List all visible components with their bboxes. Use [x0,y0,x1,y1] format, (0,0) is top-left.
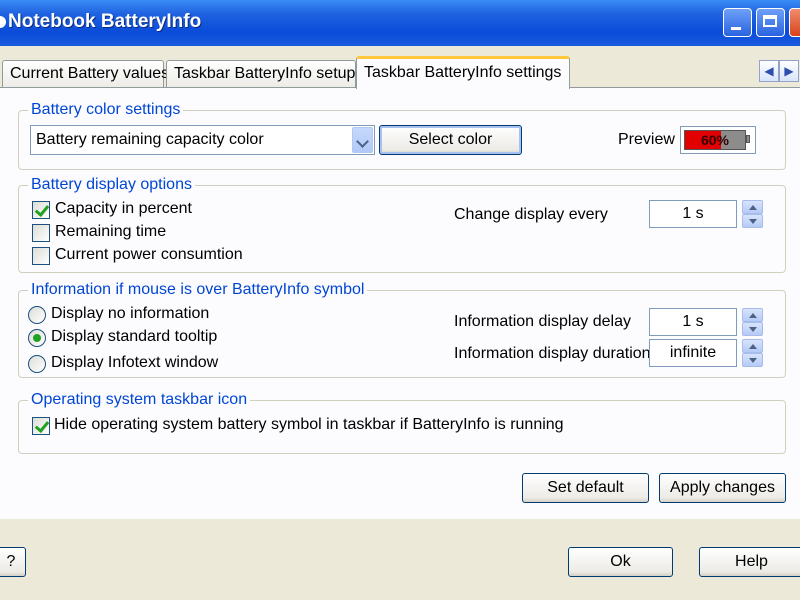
context-help-button[interactable]: ? [0,547,26,577]
info-delay-label: Information display delay [454,313,631,330]
battery-icon: 60% [684,130,746,150]
change-display-input[interactable]: 1 s [649,200,737,228]
display-no-info-label[interactable]: Display no information [51,305,209,323]
power-consumption-checkbox[interactable] [32,247,50,265]
battery-tip [746,135,750,143]
tab-scroll-left-icon[interactable]: ◀ [759,60,779,82]
change-display-spinner[interactable] [742,200,763,228]
preview-label: Preview [618,131,675,148]
title-bar[interactable]: Notebook BatteryInfo [0,0,800,46]
info-delay-spinner[interactable] [742,308,763,336]
display-standard-tooltip-label[interactable]: Display standard tooltip [51,328,217,346]
power-consumption-label[interactable]: Current power consumtion [55,246,243,264]
tab-taskbar-batteryinfo-setup[interactable]: Taskbar BatteryInfo setup [166,60,356,88]
tab-scroll-arrows: ◀ ▶ [759,60,800,82]
window-title: Notebook BatteryInfo [8,11,202,32]
display-infotext-window-label[interactable]: Display Infotext window [51,354,218,372]
remaining-time-label[interactable]: Remaining time [55,223,166,241]
close-button[interactable] [789,8,800,37]
display-no-info-radio[interactable] [28,306,46,324]
taskbar-icon-legend: Operating system taskbar icon [28,391,251,409]
battery-color-select-value: Battery remaining capacity color [36,131,264,148]
spin-down-icon[interactable] [742,322,763,336]
help-button[interactable]: Help [699,547,800,577]
set-default-button[interactable]: Set default [522,473,649,503]
battery-color-select[interactable]: Battery remaining capacity color [30,125,375,155]
info-delay-input[interactable]: 1 s [649,308,737,336]
battery-preview: 60% [680,126,756,154]
tab-current-battery-values[interactable]: Current Battery values [2,60,169,88]
app-icon[interactable] [0,16,6,28]
display-standard-tooltip-radio[interactable] [28,329,46,347]
info-duration-input[interactable]: infinite [649,339,737,367]
spin-up-icon[interactable] [742,308,763,322]
battery-color-settings-legend: Battery color settings [28,101,184,119]
ok-button[interactable]: Ok [568,547,673,577]
battery-percent-text: 60% [700,132,730,148]
battery-display-options-legend: Battery display options [28,176,195,194]
capacity-in-percent-label[interactable]: Capacity in percent [55,200,192,218]
hide-battery-symbol-checkbox[interactable] [32,417,50,435]
spin-down-icon[interactable] [742,214,763,228]
capacity-in-percent-checkbox[interactable] [32,201,50,219]
spin-up-icon[interactable] [742,339,763,353]
change-display-label: Change display every [454,206,608,223]
spin-up-icon[interactable] [742,200,763,214]
info-duration-spinner[interactable] [742,339,763,367]
mouse-info-legend: Information if mouse is over BatteryInfo… [28,281,368,299]
maximize-button[interactable] [756,8,785,37]
remaining-time-checkbox[interactable] [32,224,50,242]
chevron-down-icon[interactable] [352,127,373,153]
display-infotext-window-radio[interactable] [28,355,46,373]
tab-taskbar-batteryinfo-settings[interactable]: Taskbar BatteryInfo settings [356,56,570,89]
apply-changes-button[interactable]: Apply changes [659,473,786,503]
spin-down-icon[interactable] [742,353,763,367]
minimize-button[interactable] [723,8,752,37]
select-color-button[interactable]: Select color [379,125,522,155]
hide-battery-symbol-label[interactable]: Hide operating system battery symbol in … [54,416,564,434]
tab-scroll-right-icon[interactable]: ▶ [779,60,799,82]
info-duration-label: Information display duration [454,345,651,362]
